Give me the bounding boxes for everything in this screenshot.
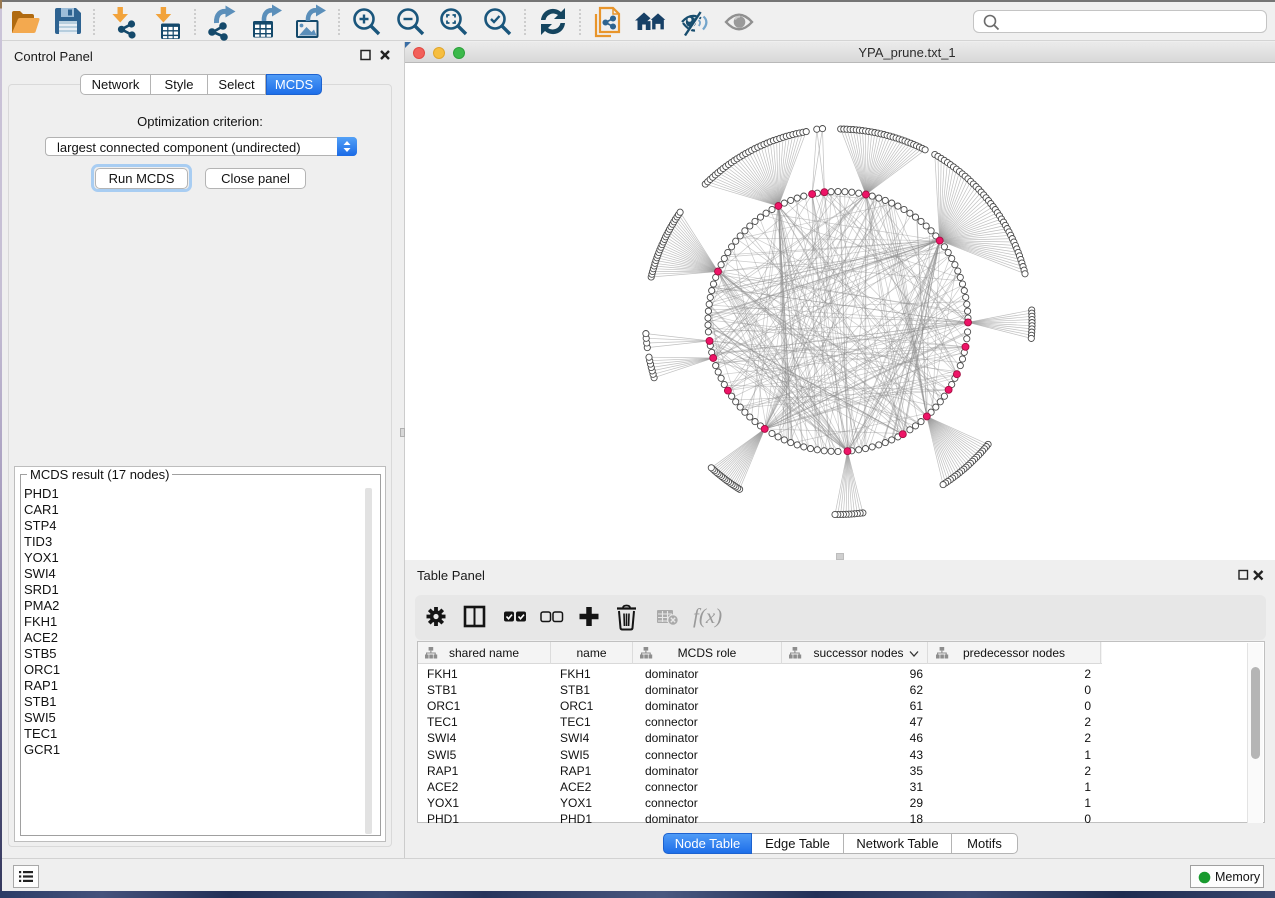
svg-text:f(x): f(x)	[693, 604, 722, 628]
